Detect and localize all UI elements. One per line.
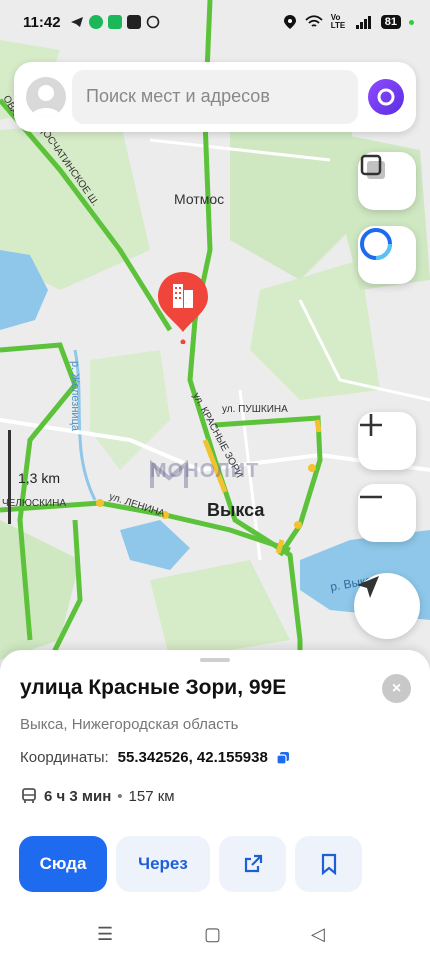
recent-apps-icon[interactable]: ☰	[97, 924, 113, 945]
label-town: Выкса	[207, 500, 265, 520]
route-via-button[interactable]: Через	[116, 836, 210, 892]
scale-bar	[8, 430, 11, 524]
plus-icon	[360, 414, 382, 436]
layers-button[interactable]	[358, 152, 416, 210]
bus-icon	[22, 788, 36, 803]
share-button[interactable]	[219, 836, 286, 892]
zoom-in-button[interactable]	[358, 412, 416, 470]
place-title: улица Красные Зори, 99Е	[20, 676, 287, 699]
location-icon	[283, 15, 296, 29]
whatsapp-icon	[146, 15, 160, 29]
system-nav-bar: ☰ ▢ ◁	[0, 912, 430, 960]
alice-voice-button[interactable]	[368, 79, 404, 115]
status-time: 11:42	[23, 14, 61, 31]
coordinates-label: Координаты:	[20, 749, 109, 766]
user-icon	[31, 85, 61, 117]
close-button[interactable]: ×	[382, 674, 411, 703]
transit-time: 6 ч 3 мин	[44, 787, 112, 805]
scale-label: 1,3 km	[18, 470, 61, 486]
status-right: Vo LTE 81	[283, 14, 414, 30]
watermark-icon	[150, 460, 188, 488]
location-arrow-icon	[357, 576, 379, 598]
bookmark-button[interactable]	[295, 836, 362, 892]
copy-icon[interactable]	[276, 751, 290, 765]
telegram-icon	[71, 17, 83, 27]
alice-icon	[377, 88, 395, 106]
transit-separator: •	[117, 787, 123, 805]
signal-icon	[355, 16, 371, 29]
location-pin[interactable]	[156, 270, 210, 344]
transit-distance: 157 км	[128, 787, 175, 805]
coordinates-value[interactable]: 55.342526, 42.155938	[118, 749, 268, 766]
search-input[interactable]: Поиск мест и адресов	[72, 70, 358, 124]
close-icon: ×	[391, 679, 402, 697]
battery-level: 81	[380, 15, 401, 29]
label-street-chelyuskina: ЧЕЛЮСКИНА	[2, 498, 67, 509]
route-here-button[interactable]: Сюда	[19, 836, 107, 892]
wifi-icon	[305, 15, 323, 27]
label-motmos: Мотмос	[174, 191, 225, 207]
share-icon	[244, 854, 262, 873]
phone-app-icon	[108, 15, 122, 29]
back-icon[interactable]: ◁	[311, 924, 325, 945]
status-bar: 11:42 Vo LTE 81	[0, 0, 430, 48]
navigator-ring-icon	[360, 228, 392, 260]
label-street-pushkina: ул. ПУШКИНА	[222, 404, 288, 415]
privacy-dot	[409, 19, 414, 25]
navigator-button[interactable]	[358, 226, 416, 284]
volte-label: Vo LTE	[330, 13, 346, 30]
layers-icon	[360, 154, 385, 179]
chat-icon	[89, 15, 103, 29]
place-subtitle: Выкса, Нижегородская область	[20, 716, 239, 733]
bookmark-icon	[321, 853, 336, 875]
coordinates-row: Координаты: 55.342526, 42.155938	[20, 749, 290, 766]
my-location-button[interactable]	[354, 573, 420, 639]
app-icon	[127, 15, 141, 29]
label-river-zheleznitsa: р. Железница	[68, 361, 81, 431]
home-icon[interactable]: ▢	[204, 924, 221, 945]
watermark-logo: МОНОЛИТ	[150, 460, 259, 488]
avatar[interactable]	[26, 77, 66, 117]
search-bar: Поиск мест и адресов	[14, 62, 416, 132]
transit-info: 6 ч 3 мин • 157 км	[20, 787, 175, 805]
zoom-out-button[interactable]	[358, 484, 416, 542]
minus-icon	[360, 495, 382, 499]
search-placeholder: Поиск мест и адресов	[86, 86, 270, 106]
action-row: Сюда Через	[19, 836, 362, 892]
sheet-handle[interactable]	[200, 658, 230, 662]
notification-icons	[70, 15, 160, 29]
building-pin-icon	[158, 272, 208, 344]
